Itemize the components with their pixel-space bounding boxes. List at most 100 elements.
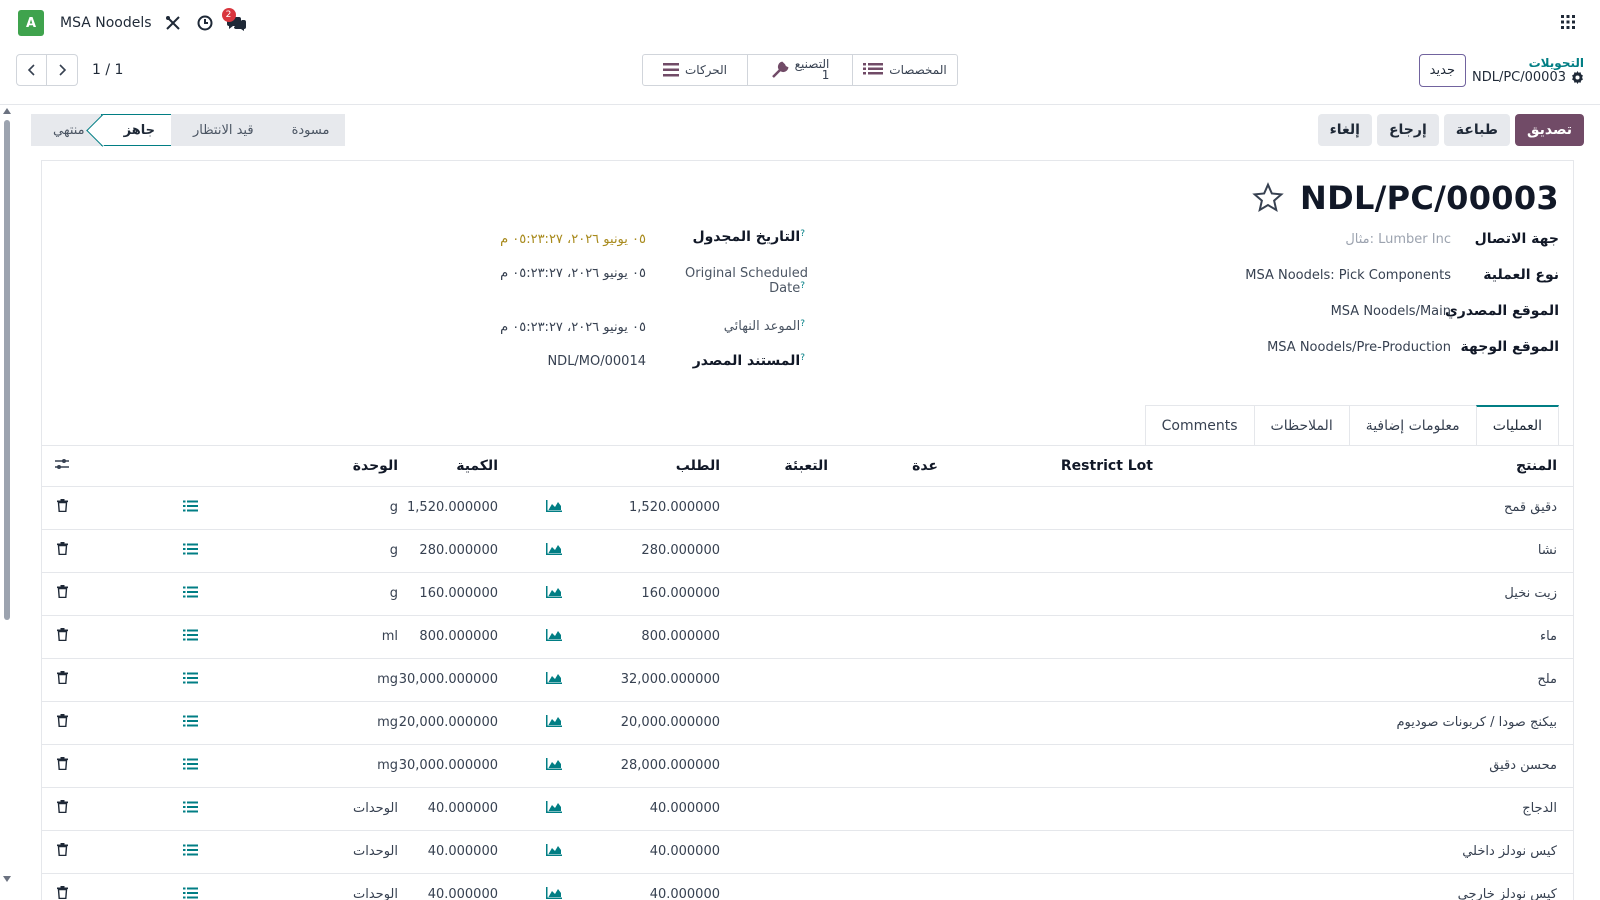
row-quantity[interactable]: 40.000000 [398,830,498,874]
quantity-column-header[interactable]: الكمية [398,446,498,487]
row-count[interactable] [828,658,938,702]
forecast-chart-icon[interactable] [546,843,562,860]
row-quantity[interactable]: 30,000.000000 [398,744,498,788]
help-icon[interactable]: ? [800,353,805,363]
row-count[interactable] [828,744,938,788]
row-product[interactable]: كيس نودلز خارجي [1153,873,1573,900]
list-details-icon[interactable] [182,715,198,731]
company-name[interactable]: MSA Noodels [60,15,152,31]
row-packaging[interactable] [720,873,828,900]
row-quantity[interactable]: 160.000000 [398,572,498,616]
forecast-chart-icon[interactable] [546,671,562,688]
row-packaging[interactable] [720,615,828,659]
scroll-up-arrow-icon[interactable] [3,108,11,114]
forecast-button[interactable] [498,787,610,831]
source-document-field[interactable]: NDL/MO/00014 [547,354,646,369]
help-icon[interactable]: ? [800,229,805,239]
validate-button[interactable]: تصديق [1514,114,1584,146]
forecast-button[interactable] [498,830,610,874]
product-column-header[interactable]: المنتج [1153,446,1573,487]
forecast-chart-icon[interactable] [546,757,562,774]
moves-smart-button[interactable]: الحركات [643,55,747,85]
trash-icon[interactable] [56,757,68,774]
row-restrict-lot[interactable] [938,830,1153,874]
row-uom[interactable]: mg [298,744,398,788]
forecast-button[interactable] [498,873,610,900]
trash-icon[interactable] [56,714,68,731]
row-demand[interactable]: 40.000000 [610,787,720,831]
forecast-button[interactable] [498,529,610,573]
pager-previous-button[interactable] [16,54,47,86]
delete-row-button[interactable] [42,744,82,788]
row-restrict-lot[interactable] [938,787,1153,831]
trash-icon[interactable] [56,628,68,645]
row-quantity[interactable]: 280.000000 [398,529,498,573]
list-details-icon[interactable] [182,887,198,900]
manufacturing-smart-button[interactable]: التصنيع 1 [747,55,852,85]
list-details-icon[interactable] [182,672,198,688]
row-restrict-lot[interactable] [938,486,1153,530]
row-count[interactable] [828,615,938,659]
row-count[interactable] [828,701,938,745]
row-packaging[interactable] [720,701,828,745]
row-count[interactable] [828,529,938,573]
pager-next-button[interactable] [47,54,78,86]
contact-field[interactable]: مثال: Lumber Inc [1345,232,1451,247]
table-row[interactable]: g 160.000000 160.000000 زيت نخيل [42,572,1573,616]
row-quantity[interactable]: 800.000000 [398,615,498,659]
details-button[interactable] [82,572,298,616]
list-details-icon[interactable] [182,586,198,602]
delete-row-button[interactable] [42,701,82,745]
delete-row-button[interactable] [42,787,82,831]
table-row[interactable]: الوحدات 40.000000 40.000000 الدجاج [42,787,1573,831]
row-uom[interactable]: ml [298,615,398,659]
row-restrict-lot[interactable] [938,615,1153,659]
row-count[interactable] [828,787,938,831]
row-restrict-lot[interactable] [938,873,1153,900]
uom-column-header[interactable]: الوحدة [298,446,398,487]
table-row[interactable]: الوحدات 40.000000 40.000000 كيس نودلز داخلي [42,830,1573,874]
forecast-chart-icon[interactable] [546,585,562,602]
operation-type-field[interactable]: MSA Noodels: Pick Components [1245,268,1451,283]
details-button[interactable] [82,615,298,659]
table-row[interactable]: mg 30,000.000000 28,000.000000 محسن دقيق [42,744,1573,788]
row-restrict-lot[interactable] [938,658,1153,702]
row-demand[interactable]: 800.000000 [610,615,720,659]
table-row[interactable]: الوحدات 40.000000 40.000000 كيس نودلز خارجي [42,873,1573,900]
stage-waiting[interactable]: قيد الانتظار [171,114,270,146]
tab-comments[interactable]: Comments [1144,405,1255,445]
row-uom[interactable]: الوحدات [298,830,398,874]
forecast-button[interactable] [498,701,610,745]
row-count[interactable] [828,486,938,530]
row-quantity[interactable]: 40.000000 [398,787,498,831]
delete-row-button[interactable] [42,572,82,616]
breadcrumb-parent-link[interactable]: التحويلات [1529,56,1584,70]
list-details-icon[interactable] [182,801,198,817]
row-restrict-lot[interactable] [938,744,1153,788]
row-demand[interactable]: 40.000000 [610,873,720,900]
stage-ready[interactable]: جاهز [100,114,171,146]
tab-operations[interactable]: العمليات [1475,405,1559,445]
row-quantity[interactable]: 1,520.000000 [398,486,498,530]
row-packaging[interactable] [720,572,828,616]
forecast-button[interactable] [498,572,610,616]
table-row[interactable]: g 1,520.000000 1,520.000000 دقيق قمح [42,486,1573,530]
row-quantity[interactable]: 40.000000 [398,873,498,900]
apps-grid-icon[interactable] [1560,14,1576,34]
scroll-down-arrow-icon[interactable] [3,876,11,882]
star-icon[interactable] [1252,182,1284,214]
row-packaging[interactable] [720,486,828,530]
row-demand[interactable]: 32,000.000000 [610,658,720,702]
dest-location-field[interactable]: MSA Noodels/Pre-Production [1267,340,1451,355]
row-demand[interactable]: 1,520.000000 [610,486,720,530]
trash-icon[interactable] [56,800,68,817]
forecast-chart-icon[interactable] [546,800,562,817]
delete-row-button[interactable] [42,873,82,900]
row-product[interactable]: بيكنج صودا / كربونات صوديوم [1153,701,1573,745]
row-restrict-lot[interactable] [938,572,1153,616]
scroll-thumb[interactable] [4,120,10,620]
row-demand[interactable]: 20,000.000000 [610,701,720,745]
list-details-icon[interactable] [182,543,198,559]
forecast-button[interactable] [498,658,610,702]
row-restrict-lot[interactable] [938,529,1153,573]
